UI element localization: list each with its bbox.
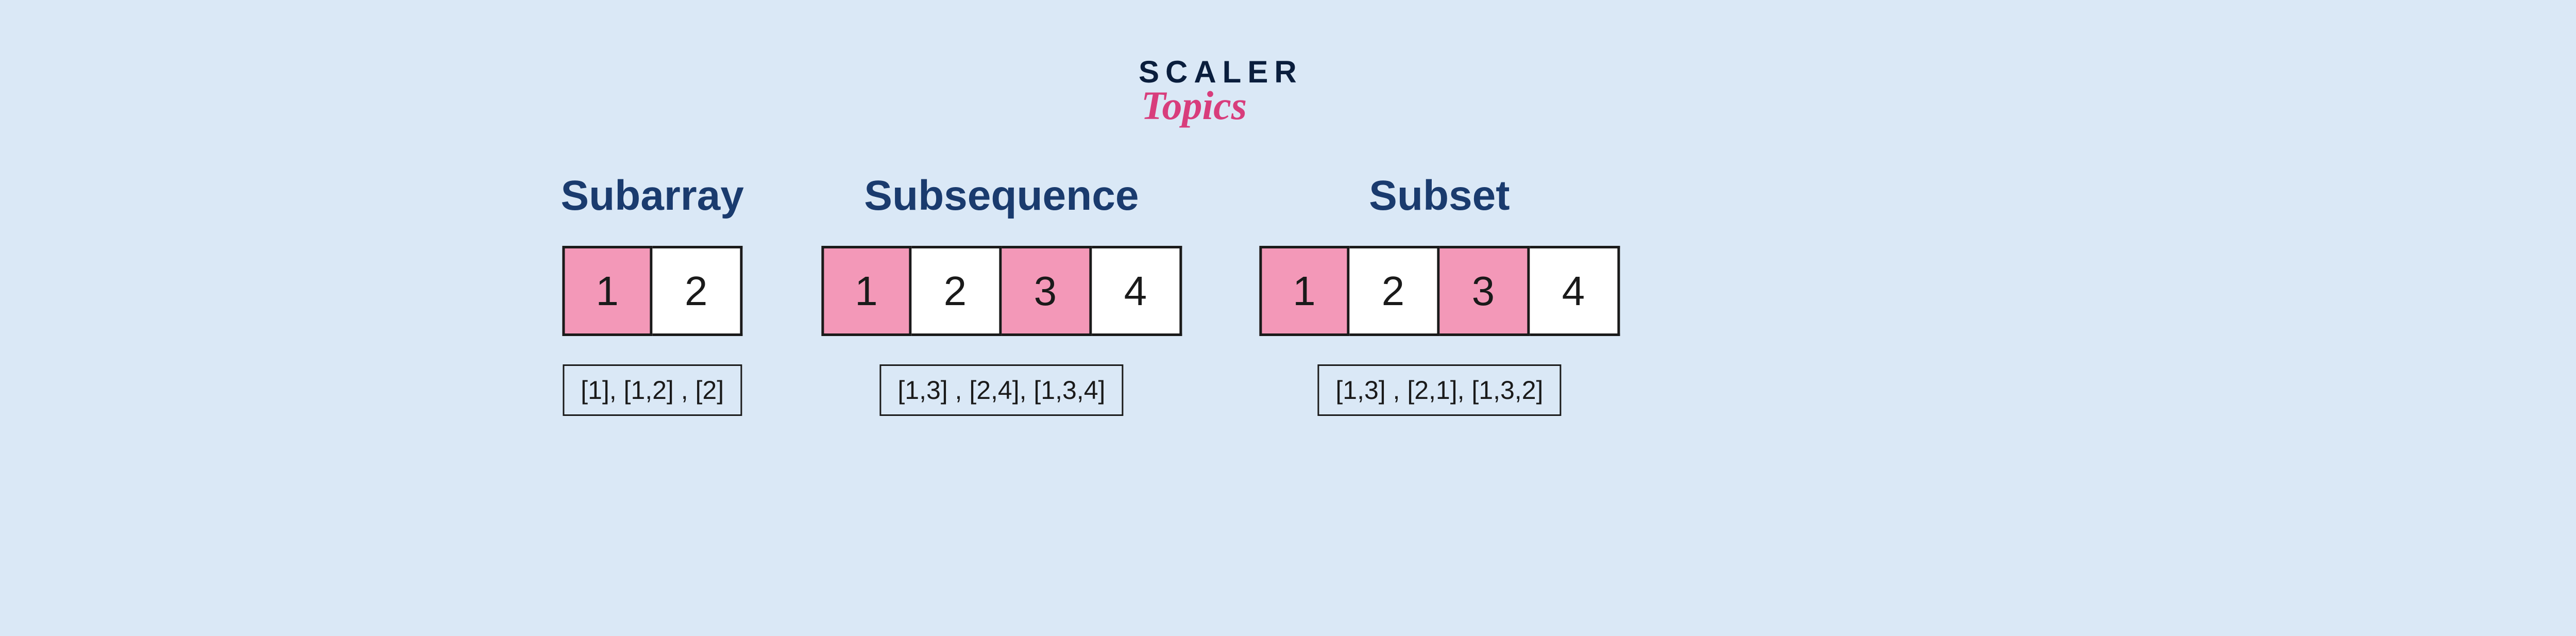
cells-row: 1 2 3 4	[1259, 246, 1620, 336]
array-cell: 3	[1002, 246, 1092, 336]
array-cell: 1	[821, 246, 911, 336]
section-subset: Subset 1 2 3 4 [1,3] , [2,1], [1,3,2]	[1259, 172, 1620, 416]
array-cell: 2	[1349, 246, 1439, 336]
cells-row: 1 2 3 4	[821, 246, 1182, 336]
array-cell: 1	[562, 246, 652, 336]
section-subarray: Subarray 1 2 [1], [1,2] , [2]	[561, 172, 744, 416]
array-cell: 2	[652, 246, 742, 336]
cells-row: 1 2	[562, 246, 742, 336]
logo-sub-text: Topics	[1141, 82, 1247, 129]
array-cell: 4	[1530, 246, 1620, 336]
result-box: [1,3] , [2,1], [1,3,2]	[1317, 364, 1561, 416]
diagram-container: Subarray 1 2 [1], [1,2] , [2] Subsequenc…	[561, 172, 1620, 416]
result-box: [1], [1,2] , [2]	[563, 364, 742, 416]
section-title: Subsequence	[864, 172, 1139, 220]
result-box: [1,3] , [2,4], [1,3,4]	[879, 364, 1123, 416]
array-cell: 4	[1092, 246, 1182, 336]
section-subsequence: Subsequence 1 2 3 4 [1,3] , [2,4], [1,3,…	[821, 172, 1182, 416]
section-title: Subset	[1369, 172, 1510, 220]
sections-row: Subarray 1 2 [1], [1,2] , [2] Subsequenc…	[561, 172, 1620, 416]
section-title: Subarray	[561, 172, 744, 220]
array-cell: 1	[1259, 246, 1349, 336]
scaler-logo: SCALER Topics	[1139, 57, 1303, 129]
array-cell: 2	[911, 246, 1002, 336]
array-cell: 3	[1439, 246, 1530, 336]
